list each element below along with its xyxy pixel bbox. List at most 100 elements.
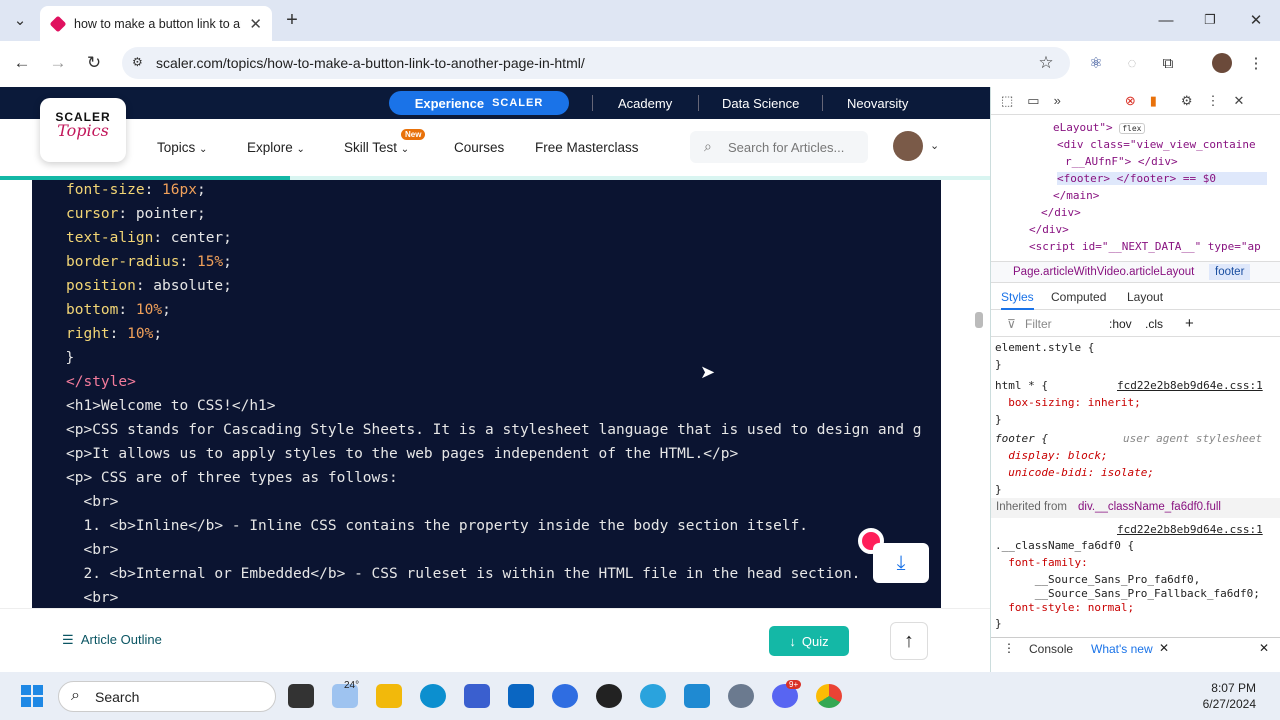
cls-toggle[interactable]: .cls <box>1145 317 1163 331</box>
app-icon[interactable] <box>596 684 622 708</box>
code-line: <p> CSS are of three types as follows: <box>66 470 398 486</box>
css-source-link[interactable]: fcd22e2b8eb9d64e.css:1 <box>1117 523 1263 536</box>
new-tab-icon[interactable]: + <box>282 9 302 31</box>
divider <box>698 95 699 111</box>
forward-icon[interactable]: → <box>48 53 68 73</box>
edge-icon[interactable] <box>420 684 446 708</box>
user-avatar[interactable] <box>893 131 923 161</box>
error-icon[interactable]: ⊗ <box>1125 93 1136 109</box>
clock[interactable]: 8:07 PM 6/27/2024 <box>1200 680 1256 712</box>
dom-line[interactable]: </main> <box>1053 189 1099 202</box>
dom-line[interactable]: <script id="__NEXT_DATA__" type="ap <box>1029 240 1261 253</box>
breadcrumb-footer[interactable]: footer <box>1209 264 1251 280</box>
experience-scaler-button[interactable]: Experience SCALER <box>389 91 569 115</box>
scroll-top-button[interactable]: ↑ <box>890 622 928 660</box>
tab-whats-new[interactable]: What's new <box>1091 642 1153 656</box>
drawer-menu-icon[interactable]: ⋮ <box>1003 641 1015 655</box>
chrome-icon[interactable] <box>816 684 842 708</box>
css-rule-line: font-family: <box>995 556 1088 569</box>
store-icon[interactable] <box>464 684 490 708</box>
reload-icon[interactable]: ↻ <box>84 53 104 73</box>
flex-badge: flex <box>1119 123 1145 134</box>
back-icon[interactable]: ← <box>12 53 32 73</box>
experience-label: Experience <box>414 95 485 111</box>
nav-skill-test-label: Skill Test <box>344 140 398 155</box>
site-info-icon[interactable]: ⚙ <box>132 55 143 69</box>
tab-console[interactable]: Console <box>1029 642 1073 656</box>
banner-link-data-science[interactable]: Data Science <box>722 96 799 111</box>
start-windows-icon[interactable] <box>21 685 43 707</box>
tab-styles[interactable]: Styles <box>1001 290 1034 310</box>
code-line: border-radius: 15%; <box>66 254 232 270</box>
close-tab-icon[interactable]: ✕ <box>249 15 262 33</box>
telegram-icon[interactable] <box>640 684 666 708</box>
tab-layout[interactable]: Layout <box>1127 290 1163 304</box>
dom-line[interactable]: </div> <box>1041 206 1081 219</box>
nav-explore[interactable]: Explore ⌄ <box>247 140 305 155</box>
code-block: font-size: 16px; cursor: pointer; text-a… <box>32 180 941 608</box>
article-search-input[interactable]: ⌕ Search for Articles... <box>690 131 868 163</box>
browser-menu-icon[interactable]: ⋮ <box>1248 53 1264 73</box>
dom-line[interactable]: eLayout"> flex <box>1053 121 1145 134</box>
maps-icon[interactable] <box>552 684 578 708</box>
devtools-menu-icon[interactable]: ⋮ <box>1207 93 1220 109</box>
scaler-topics-logo[interactable]: SCALER Topics <box>40 98 126 162</box>
filter-input[interactable]: Filter <box>1025 317 1052 331</box>
article-outline-button[interactable]: ☰ Article Outline <box>62 632 162 648</box>
inspect-icon[interactable]: ⬚ <box>1001 93 1013 109</box>
page-scrollbar[interactable] <box>975 312 983 328</box>
browser-tab[interactable]: how to make a button link to ar ✕ <box>40 6 272 41</box>
devtools-close-icon[interactable]: ✕ <box>1234 93 1245 109</box>
task-view-icon[interactable] <box>288 684 314 708</box>
bookmark-star-icon[interactable]: ☆ <box>1036 53 1056 73</box>
restore-icon[interactable]: ❐ <box>1202 10 1218 30</box>
trello-icon[interactable] <box>508 684 534 708</box>
inherited-from-link[interactable]: div.__className_fa6df0.full <box>1078 501 1221 513</box>
close-tab-icon[interactable]: ✕ <box>1159 641 1169 655</box>
tab-computed[interactable]: Computed <box>1051 290 1106 304</box>
nav-skill-test[interactable]: Skill Test ⌄ <box>344 140 409 155</box>
device-toggle-icon[interactable]: ▭ <box>1027 93 1039 109</box>
more-tabs-icon[interactable]: » <box>1054 93 1061 108</box>
react-devtools-icon[interactable]: ⚛ <box>1086 53 1106 73</box>
dom-line-selected[interactable]: <footer> </footer> == $0 <box>1057 172 1267 185</box>
warning-icon[interactable]: ▮ <box>1150 93 1157 109</box>
search-icon: ⌕ <box>71 687 80 704</box>
article-outline-label: Article Outline <box>80 632 162 647</box>
nav-courses[interactable]: Courses <box>454 140 504 155</box>
dom-line[interactable]: <div class="view_view_containe <box>1057 138 1256 151</box>
drawer-close-icon[interactable]: ✕ <box>1259 641 1269 655</box>
css-rule-line: footer { <box>995 432 1048 445</box>
download-icon[interactable]: ⤓ <box>873 543 929 583</box>
banner-link-neovarsity[interactable]: Neovarsity <box>847 96 908 111</box>
weather-temp: 24° <box>344 680 360 691</box>
nav-free-masterclass[interactable]: Free Masterclass <box>535 140 639 155</box>
profile-avatar[interactable] <box>1212 53 1232 73</box>
code-line: <br> <box>66 542 119 558</box>
add-rule-icon[interactable]: + <box>1185 315 1194 332</box>
breadcrumb-layout[interactable]: Page.articleWithVideo.articleLayout <box>1013 266 1194 278</box>
nav-topics[interactable]: Topics ⌄ <box>157 140 207 155</box>
settings-icon[interactable] <box>728 684 754 708</box>
mouse-cursor-icon: ➤ <box>700 362 716 382</box>
extension-icon[interactable]: ◌ <box>1122 53 1142 73</box>
hov-toggle[interactable]: :hov <box>1109 317 1132 331</box>
css-rule-line: font-style: normal; <box>995 601 1135 614</box>
taskbar-search[interactable]: ⌕ Search <box>58 681 276 712</box>
vscode-icon[interactable] <box>684 684 710 708</box>
css-rule-line: element.style { <box>995 341 1095 354</box>
css-source-link[interactable]: fcd22e2b8eb9d64e.css:1 <box>1117 379 1263 392</box>
address-bar[interactable]: ⚙ scaler.com/topics/how-to-make-a-button… <box>122 47 1070 79</box>
quiz-button[interactable]: ↓ Quiz <box>769 626 849 656</box>
clock-time: 8:07 PM <box>1211 681 1256 695</box>
chevron-down-icon[interactable]: ⌄ <box>930 139 939 152</box>
banner-link-academy[interactable]: Academy <box>618 96 672 111</box>
file-explorer-icon[interactable] <box>376 684 402 708</box>
settings-gear-icon[interactable]: ⚙ <box>1181 93 1193 109</box>
minimize-icon[interactable]: — <box>1158 10 1174 30</box>
dom-line[interactable]: r__AUfnF"> </div> <box>1065 155 1178 168</box>
window-close-icon[interactable]: ✕ <box>1248 10 1264 30</box>
dom-line[interactable]: </div> <box>1029 223 1069 236</box>
extensions-puzzle-icon[interactable]: ⧉ <box>1158 53 1178 73</box>
tab-search-chevron-icon[interactable]: ⌄ <box>10 10 30 30</box>
